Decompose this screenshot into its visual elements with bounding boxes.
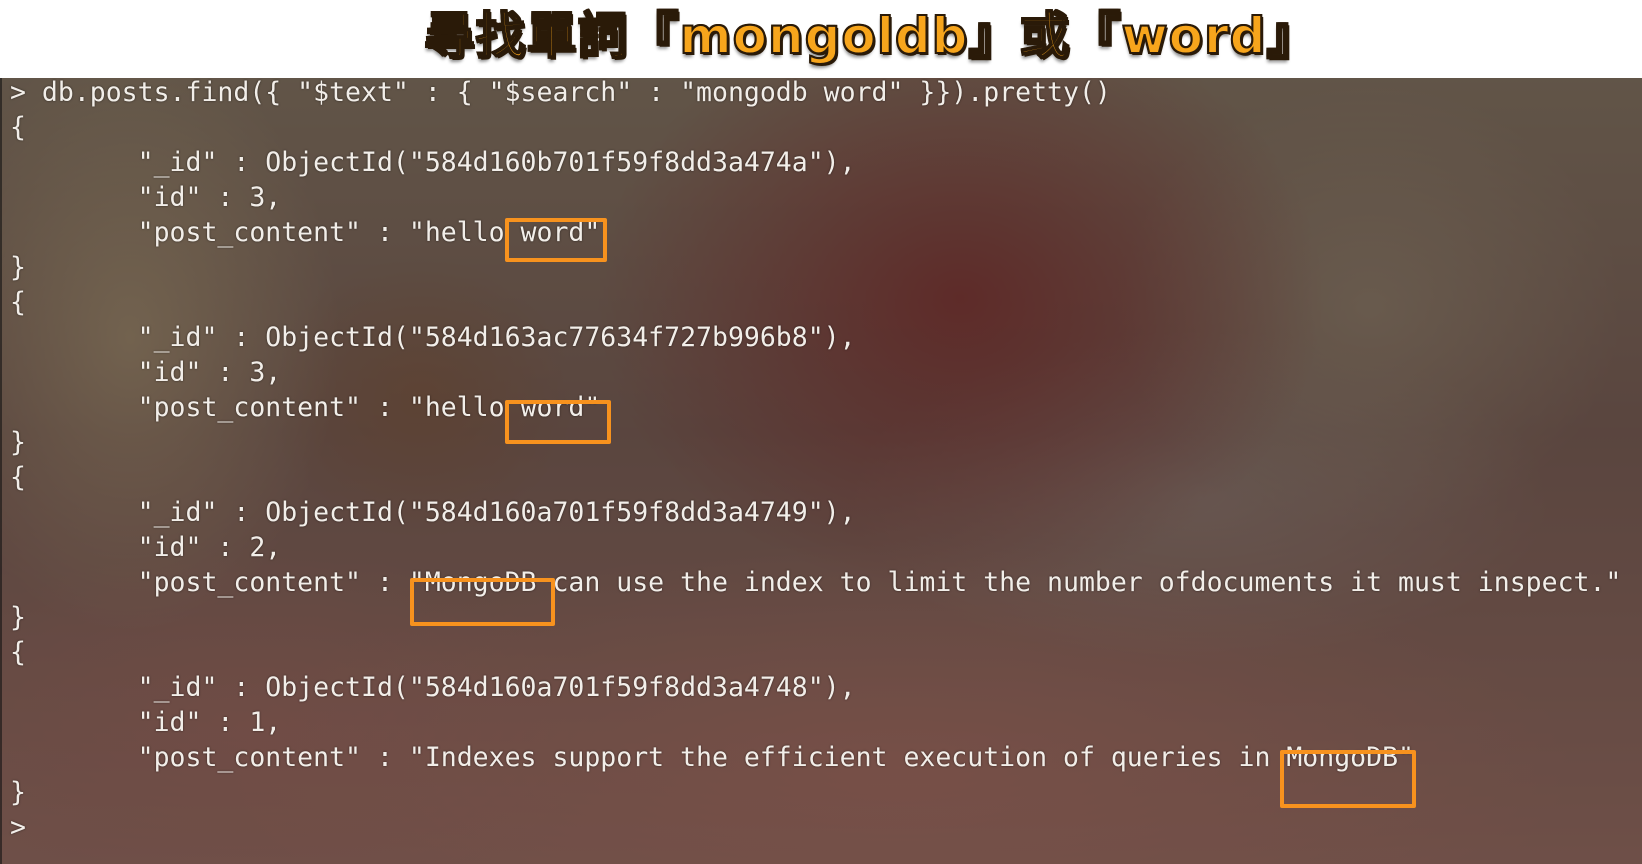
- output-line: "id" : 1,: [10, 707, 282, 738]
- title-banner: 尋找單詞『mongoldb』或『word』: [0, 0, 1642, 78]
- prompt-line[interactable]: >: [10, 813, 26, 843]
- output-line: "id" : 3,: [10, 357, 282, 388]
- output-line: }: [10, 252, 26, 283]
- output-line: {: [10, 112, 26, 143]
- output-line: "_id" : ObjectId("584d160b701f59f8dd3a47…: [10, 147, 856, 178]
- output-line: "post_content" : "MongoDB can use the in…: [10, 567, 1622, 598]
- output-line: {: [10, 462, 26, 493]
- output-line: "_id" : ObjectId("584d160a701f59f8dd3a47…: [10, 672, 856, 703]
- output-line: "post_content" : "Indexes support the ef…: [10, 742, 1414, 773]
- terminal-left-edge: [0, 78, 2, 864]
- output-line: "_id" : ObjectId("584d163ac77634f727b996…: [10, 322, 856, 353]
- highlight-box-word: [505, 218, 607, 262]
- highlight-box-mongodb: [410, 578, 555, 626]
- command-line[interactable]: > db.posts.find({ "$text" : { "$search" …: [10, 78, 1111, 108]
- output-line: "_id" : ObjectId("584d160a701f59f8dd3a47…: [10, 497, 856, 528]
- highlight-box-word: [505, 400, 611, 444]
- highlight-box-mongodb: [1280, 750, 1416, 808]
- output-line: {: [10, 637, 26, 668]
- screenshot: 尋找單詞『mongoldb』或『word』 > db.posts.find({ …: [0, 0, 1642, 864]
- output-line: "id" : 3,: [10, 182, 282, 213]
- output-line: }: [10, 427, 26, 458]
- output-line: }: [10, 777, 26, 808]
- terminal-output: > db.posts.find({ "$text" : { "$search" …: [10, 78, 1621, 843]
- output-line: }: [10, 602, 26, 633]
- output-line: {: [10, 287, 26, 318]
- terminal-window[interactable]: > db.posts.find({ "$text" : { "$search" …: [0, 78, 1642, 864]
- output-line: "id" : 2,: [10, 532, 282, 563]
- page-title: 尋找單詞『mongoldb』或『word』: [424, 6, 1318, 66]
